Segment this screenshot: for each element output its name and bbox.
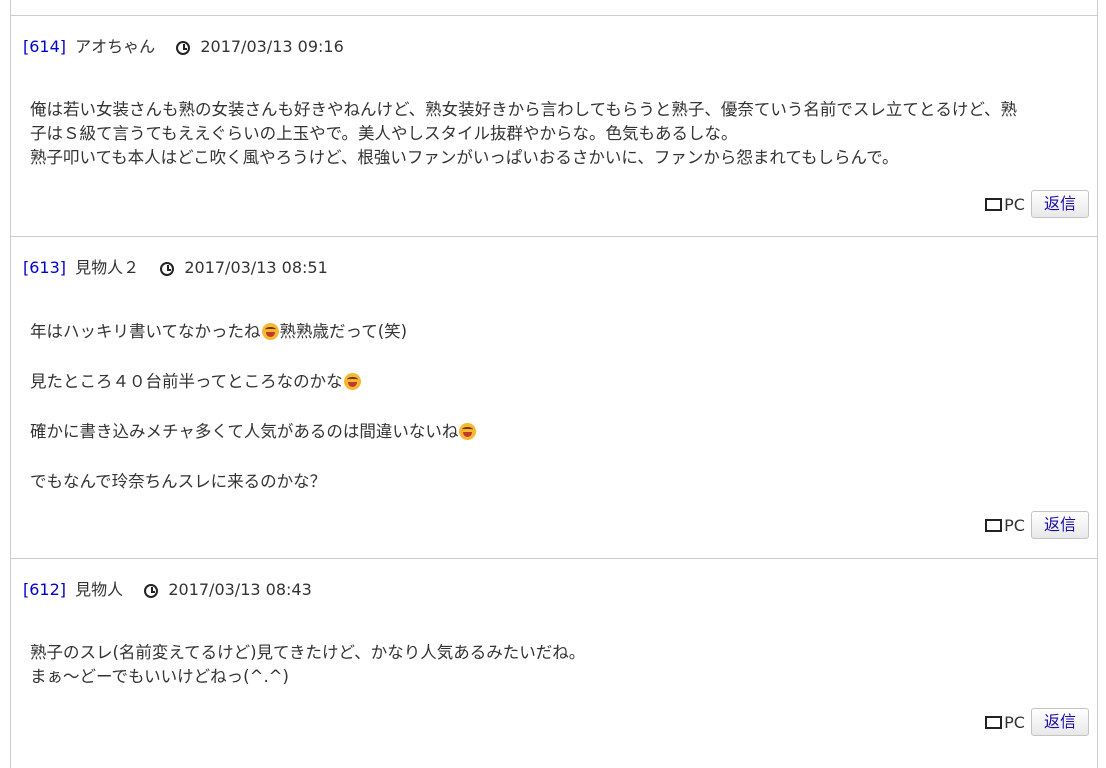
reply-button[interactable]: 返信 bbox=[1030, 708, 1089, 736]
post-body-line: 見たところ４０台前半ってところなのかな bbox=[30, 370, 1087, 394]
post-timestamp: 2017/03/13 08:43 bbox=[168, 580, 312, 599]
clock-icon bbox=[176, 41, 191, 55]
post-timestamp: 2017/03/13 08:51 bbox=[184, 258, 328, 277]
grinning-face-icon bbox=[261, 323, 279, 340]
monitor-icon bbox=[985, 518, 1003, 532]
device-label: PC bbox=[1004, 515, 1025, 535]
post-footer: PC 返信 bbox=[985, 708, 1089, 736]
device-indicator: PC bbox=[985, 516, 1025, 535]
post-body: 俺は若い女装さんも熟の女装さんも好きやねんけど、熟女装好きから言わしてもらうと熟… bbox=[30, 98, 1087, 170]
monitor-icon bbox=[985, 197, 1003, 211]
post-body-line: 子はＳ級て言うてもええぐらいの上玉やで。美人やしスタイル抜群やからな。色気もある… bbox=[30, 124, 738, 143]
post-author: アオちゃん bbox=[75, 37, 156, 56]
device-label: PC bbox=[1004, 194, 1025, 214]
grinning-face-icon bbox=[343, 373, 361, 390]
post-body-line: まぁ〜どーでもいいけどねっ(^.^) bbox=[30, 667, 289, 686]
post-613: [613] 見物人２ 2017/03/13 08:51 年はハッキリ書いてなかっ… bbox=[10, 236, 1097, 559]
post-614: [614] アオちゃん 2017/03/13 09:16 俺は若い女装さんも熟の… bbox=[10, 15, 1097, 237]
grinning-face-icon bbox=[459, 423, 477, 440]
post-header: [614] アオちゃん 2017/03/13 09:16 bbox=[23, 37, 344, 57]
post-number[interactable]: [612] bbox=[23, 580, 66, 599]
post-author: 見物人 bbox=[75, 580, 124, 599]
post-body-line: 熟子叩いても本人はどこ吹く風やろうけど、根強いファンがいっぱいおるさかいに、ファ… bbox=[30, 148, 899, 167]
monitor-icon bbox=[985, 715, 1003, 729]
post-timestamp: 2017/03/13 09:16 bbox=[200, 37, 344, 56]
reply-button[interactable]: 返信 bbox=[1030, 511, 1089, 539]
post-footer: PC 返信 bbox=[985, 511, 1089, 539]
post-header: [612] 見物人 2017/03/13 08:43 bbox=[23, 580, 312, 600]
post-body-line: 熟子のスレ(名前変えてるけど)見てきたけど、かなり人気あるみたいだね。 bbox=[30, 643, 586, 662]
post-612: [612] 見物人 2017/03/13 08:43 熟子のスレ(名前変えてるけ… bbox=[10, 558, 1097, 758]
post-body-line: 確かに書き込みメチャ多くて人気があるのは間違いないね bbox=[30, 420, 1087, 444]
post-body: 熟子のスレ(名前変えてるけど)見てきたけど、かなり人気あるみたいだね。 まぁ〜ど… bbox=[30, 641, 1087, 689]
post-number[interactable]: [614] bbox=[23, 37, 66, 56]
post-body-line: でもなんで玲奈ちんスレに来るのかな？ bbox=[30, 472, 327, 491]
post-body-text: 見たところ４０台前半ってところなのかな bbox=[30, 372, 343, 391]
post-body-line: 年はハッキリ書いてなかったね 熟熟歳だって(笑) bbox=[30, 320, 1087, 344]
post-number[interactable]: [613] bbox=[23, 258, 66, 277]
clock-icon bbox=[160, 262, 175, 276]
post-author: 見物人２ bbox=[75, 258, 140, 277]
post-body-text: 年はハッキリ書いてなかったね bbox=[30, 322, 261, 341]
post-header: [613] 見物人２ 2017/03/13 08:51 bbox=[23, 258, 328, 278]
device-indicator: PC bbox=[985, 713, 1025, 732]
post-body: 年はハッキリ書いてなかったね 熟熟歳だって(笑) 見たところ４０台前半ってところな… bbox=[30, 320, 1087, 494]
post-body-line: 俺は若い女装さんも熟の女装さんも好きやねんけど、熟女装好きから言わしてもらうと熟… bbox=[30, 100, 1018, 119]
post-body-text: 確かに書き込みメチャ多くて人気があるのは間違いないね bbox=[30, 422, 459, 441]
device-label: PC bbox=[1004, 712, 1025, 732]
post-body-text: 熟熟歳だって(笑) bbox=[279, 322, 408, 341]
post-footer: PC 返信 bbox=[985, 190, 1089, 218]
reply-button[interactable]: 返信 bbox=[1030, 190, 1089, 218]
device-indicator: PC bbox=[985, 195, 1025, 214]
clock-icon bbox=[144, 584, 159, 598]
